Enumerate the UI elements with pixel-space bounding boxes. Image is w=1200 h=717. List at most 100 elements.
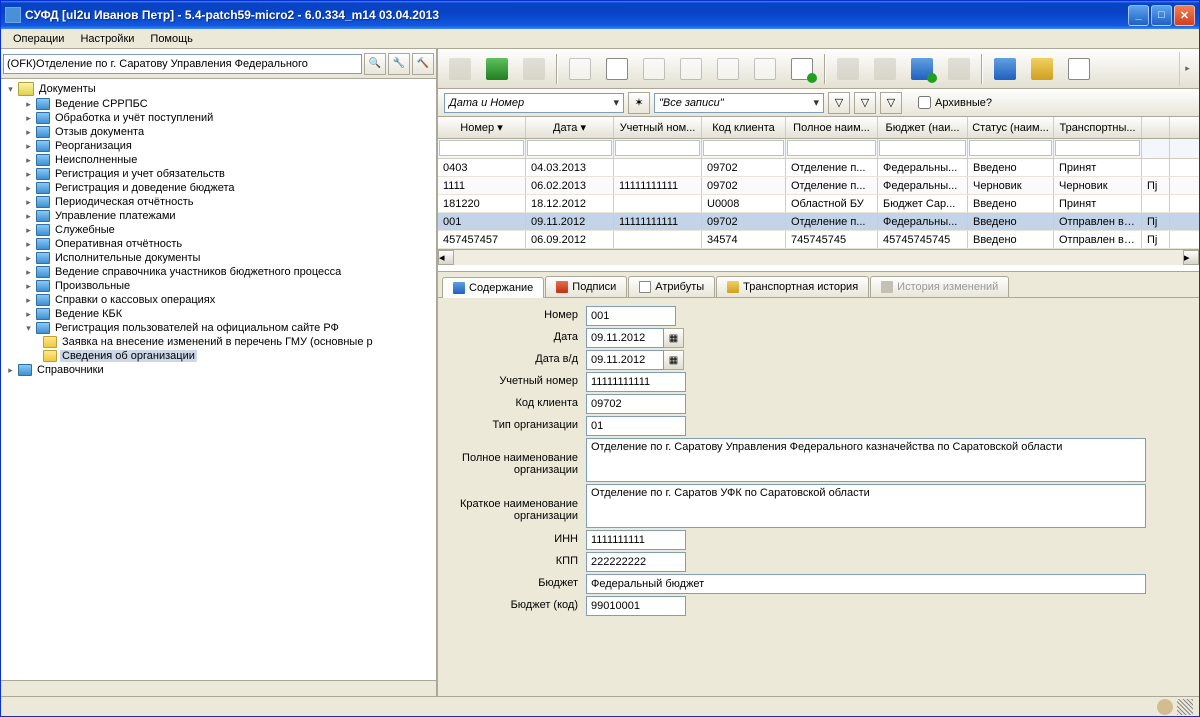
expand-icon[interactable]: ▸ <box>21 309 36 320</box>
filter-transport[interactable] <box>1055 140 1140 156</box>
col-extra[interactable] <box>1142 117 1170 138</box>
tree-documents[interactable]: ▾ Документы <box>3 81 434 97</box>
table-row[interactable]: 18122018.12.2012U0008Областной БУБюджет … <box>438 195 1199 213</box>
tree-item[interactable]: ▸Ведение СРРПБС <box>3 97 434 111</box>
expand-icon[interactable]: ▸ <box>21 211 36 222</box>
menu-settings[interactable]: Настройки <box>72 31 142 47</box>
doc-view-button[interactable] <box>747 52 783 86</box>
expand-icon[interactable]: ▸ <box>21 113 36 124</box>
tree-item[interactable]: ▸Отзыв документа <box>3 125 434 139</box>
tab-attributes[interactable]: Атрибуты <box>628 276 715 297</box>
field-budget[interactable] <box>586 574 1146 594</box>
menu-help[interactable]: Помощь <box>142 31 201 47</box>
table-row[interactable]: 111106.02.20131111111111109702Отделение … <box>438 177 1199 195</box>
tree-item[interactable]: ▸Ведение КБК <box>3 307 434 321</box>
close-button[interactable]: ✕ <box>1174 5 1195 26</box>
expand-icon[interactable]: ▸ <box>21 183 36 194</box>
tree-item[interactable]: ▸Оперативная отчётность <box>3 237 434 251</box>
doc-open-button[interactable] <box>599 52 635 86</box>
print-preview-button[interactable] <box>1024 52 1060 86</box>
refresh-button[interactable] <box>941 52 977 86</box>
tab-transport[interactable]: Транспортная история <box>716 276 869 297</box>
filter-name[interactable] <box>787 140 876 156</box>
sign-button[interactable] <box>830 52 866 86</box>
col-transport[interactable]: Транспортны... <box>1054 117 1142 138</box>
col-account[interactable]: Учетный ном... <box>614 117 702 138</box>
filter-client[interactable] <box>703 140 784 156</box>
expand-icon[interactable]: ▸ <box>21 197 36 208</box>
tree-hscrollbar[interactable] <box>1 680 436 696</box>
export-doc-button[interactable] <box>1061 52 1097 86</box>
resize-grip-icon[interactable] <box>1177 699 1193 715</box>
view-select[interactable]: Дата и Номер <box>444 93 624 113</box>
tree-item[interactable]: ▸Регистрация и доведение бюджета <box>3 181 434 195</box>
calendar-icon[interactable]: ▦ <box>664 350 684 370</box>
verify-button[interactable] <box>867 52 903 86</box>
expand-icon[interactable]: ▸ <box>21 267 36 278</box>
funnel-clear-button[interactable]: ▽ <box>854 92 876 114</box>
doc-copy-button[interactable] <box>636 52 672 86</box>
tree-item[interactable]: ▸Произвольные <box>3 279 434 293</box>
filter-status[interactable] <box>969 140 1052 156</box>
doc-approve-button[interactable] <box>784 52 820 86</box>
tab-content[interactable]: Содержание <box>442 277 544 298</box>
col-name[interactable]: Полное наим... <box>786 117 878 138</box>
tree-item[interactable]: ▸Справки о кассовых операциях <box>3 293 434 307</box>
table-row[interactable]: 45745745706.09.2012345747457457454574574… <box>438 231 1199 249</box>
calendar-icon[interactable]: ▦ <box>664 328 684 348</box>
search-icon[interactable]: 🔍 <box>364 53 386 75</box>
tree-item[interactable]: ▸Исполнительные документы <box>3 251 434 265</box>
field-org-type[interactable] <box>586 416 686 436</box>
tree-item[interactable]: ▸Регистрация и учет обязательств <box>3 167 434 181</box>
hammer-icon[interactable]: 🔨 <box>412 53 434 75</box>
expand-icon[interactable]: ▸ <box>21 169 36 180</box>
maximize-button[interactable]: □ <box>1151 5 1172 26</box>
col-date[interactable]: Дата ▾ <box>526 117 614 138</box>
expand-icon[interactable]: ▸ <box>21 99 36 110</box>
tree-subitem-selected[interactable]: Сведения об организации <box>3 349 434 363</box>
expand-icon[interactable]: ▸ <box>21 225 36 236</box>
expand-icon[interactable]: ▸ <box>21 155 36 166</box>
nav-tree[interactable]: ▾ Документы ▸Ведение СРРПБС ▸Обработка и… <box>1 79 436 680</box>
field-number[interactable] <box>586 306 676 326</box>
expand-icon[interactable]: ▸ <box>21 253 36 264</box>
field-client[interactable] <box>586 394 686 414</box>
records-select[interactable]: "Все записи" <box>654 93 824 113</box>
save-button[interactable] <box>516 52 552 86</box>
expand-icon[interactable]: ▸ <box>21 127 36 138</box>
grid-hscrollbar[interactable]: ◂▸ <box>438 249 1199 265</box>
filter-budget[interactable] <box>879 140 966 156</box>
export-button[interactable] <box>479 52 515 86</box>
tree-item-registration[interactable]: ▾Регистрация пользователей на официально… <box>3 321 434 335</box>
col-client[interactable]: Код клиента <box>702 117 786 138</box>
field-date[interactable] <box>586 328 664 348</box>
wrench-icon[interactable]: 🔧 <box>388 53 410 75</box>
tab-signatures[interactable]: Подписи <box>545 276 627 297</box>
check-button[interactable] <box>904 52 940 86</box>
tree-item[interactable]: ▸Ведение справочника участников бюджетно… <box>3 265 434 279</box>
field-kpp[interactable] <box>586 552 686 572</box>
field-account[interactable] <box>586 372 686 392</box>
funnel-save-button[interactable]: ▽ <box>880 92 902 114</box>
col-budget[interactable]: Бюджет (наи... <box>878 117 968 138</box>
tree-item[interactable]: ▸Неисполненные <box>3 153 434 167</box>
collapse-icon[interactable]: ▾ <box>21 323 36 334</box>
doc-delete-button[interactable] <box>710 52 746 86</box>
tree-item[interactable]: ▸Управление платежами <box>3 209 434 223</box>
expand-icon[interactable]: ▸ <box>21 295 36 306</box>
menu-operations[interactable]: Операции <box>5 31 72 47</box>
tree-references[interactable]: ▸Справочники <box>3 363 434 377</box>
funnel-button[interactable]: ▽ <box>828 92 850 114</box>
field-inn[interactable] <box>586 530 686 550</box>
field-short-name[interactable] <box>586 484 1146 528</box>
tab-changes[interactable]: История изменений <box>870 276 1009 297</box>
expand-icon[interactable]: ▸ <box>3 365 18 376</box>
tree-subitem[interactable]: Заявка на внесение изменений в перечень … <box>3 335 434 349</box>
filter-date[interactable] <box>527 140 612 156</box>
tree-item[interactable]: ▸Реорганизация <box>3 139 434 153</box>
doc-new-button[interactable] <box>562 52 598 86</box>
archive-checkbox[interactable] <box>918 96 931 109</box>
tree-item[interactable]: ▸Обработка и учёт поступлений <box>3 111 434 125</box>
field-date-vd[interactable] <box>586 350 664 370</box>
expand-icon[interactable]: ▸ <box>21 239 36 250</box>
